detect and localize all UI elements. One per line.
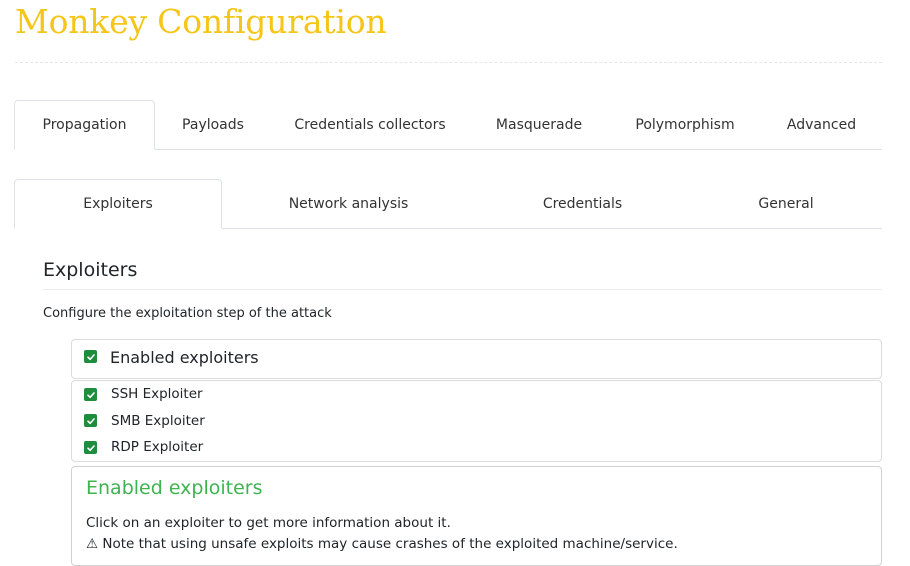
enabled-exploiters-label: Enabled exploiters xyxy=(110,348,259,367)
rdp-exploiter-checkbox[interactable] xyxy=(84,441,97,454)
enabled-exploiters-checkbox[interactable] xyxy=(84,350,97,363)
exploiters-list: SSH Exploiter SMB Exploiter RDP Exploite… xyxy=(71,380,882,462)
info-panel-text: Click on an exploiter to get more inform… xyxy=(86,515,451,531)
check-icon xyxy=(86,391,95,398)
tab-exploiters[interactable]: Exploiters xyxy=(14,179,222,229)
page-title: Monkey Configuration xyxy=(15,2,387,41)
tab-masquerade[interactable]: Masquerade xyxy=(469,100,609,150)
smb-exploiter-checkbox[interactable] xyxy=(84,414,97,427)
rdp-exploiter-label: RDP Exploiter xyxy=(111,439,204,455)
tab-payloads[interactable]: Payloads xyxy=(155,100,271,150)
tab-credentials[interactable]: Credentials xyxy=(475,179,690,229)
title-divider xyxy=(15,62,882,63)
tab-propagation[interactable]: Propagation xyxy=(14,100,155,150)
tab-credentials-collectors[interactable]: Credentials collectors xyxy=(271,100,469,150)
info-panel-warning: ⚠ Note that using unsafe exploits may ca… xyxy=(86,536,678,552)
sub-tabs: Exploiters Network analysis Credentials … xyxy=(14,179,882,229)
enabled-exploiters-header[interactable]: Enabled exploiters xyxy=(71,339,882,379)
check-icon xyxy=(86,353,95,360)
ssh-exploiter-label: SSH Exploiter xyxy=(111,386,203,402)
tab-general[interactable]: General xyxy=(690,179,882,229)
tab-network-analysis[interactable]: Network analysis xyxy=(222,179,475,229)
check-icon xyxy=(86,417,95,424)
section-title: Exploiters xyxy=(43,259,138,281)
smb-exploiter-label: SMB Exploiter xyxy=(111,413,205,429)
main-tabs: Propagation Payloads Credentials collect… xyxy=(14,100,882,150)
tab-polymorphism[interactable]: Polymorphism xyxy=(609,100,761,150)
ssh-exploiter-checkbox[interactable] xyxy=(84,388,97,401)
section-description: Configure the exploitation step of the a… xyxy=(43,306,332,321)
check-icon xyxy=(86,444,95,451)
section-divider xyxy=(43,289,882,290)
exploiter-info-panel: Enabled exploiters Click on an exploiter… xyxy=(71,466,882,566)
tab-advanced[interactable]: Advanced xyxy=(761,100,882,150)
info-panel-title: Enabled exploiters xyxy=(86,477,263,499)
